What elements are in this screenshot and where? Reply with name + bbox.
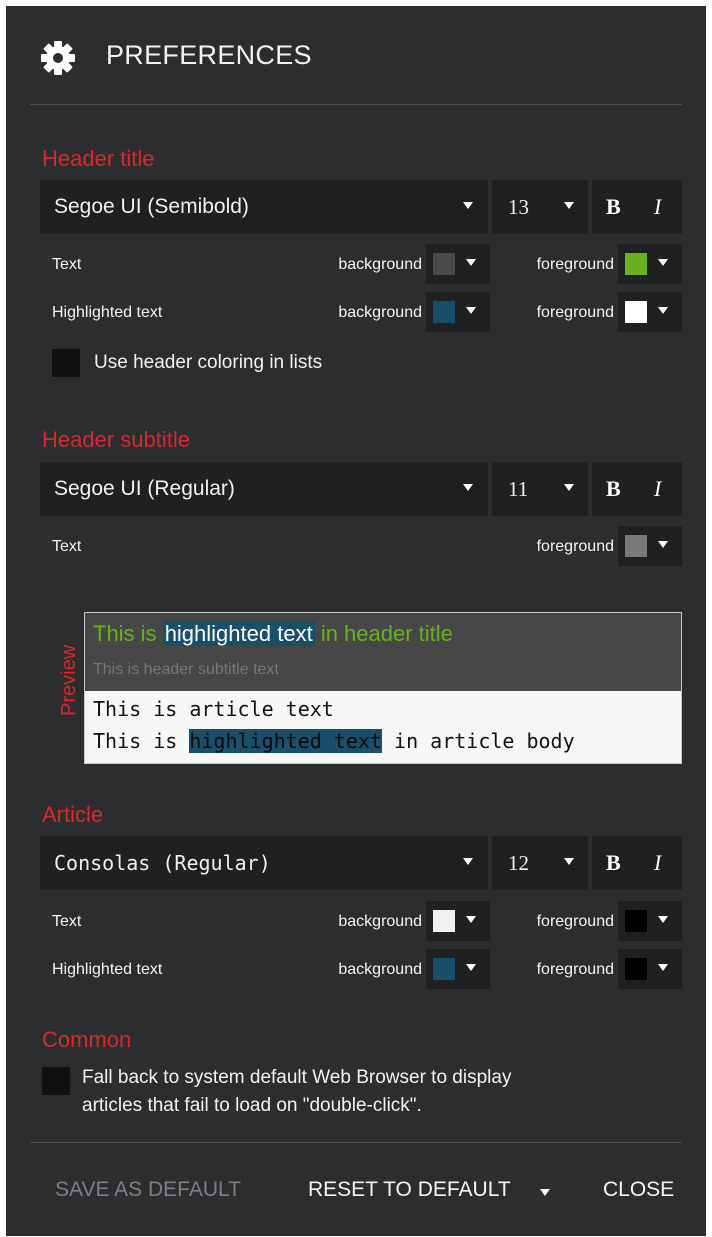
foreground-label: foreground <box>536 961 614 978</box>
section-header-title: Header title <box>42 146 155 171</box>
chevron-down-icon <box>658 541 668 548</box>
preview-article-line2: This is highlighted text in article body <box>93 729 575 753</box>
header-title-size-select[interactable]: 13 <box>492 180 588 234</box>
preview-title-line: This is highlighted text in header title <box>93 621 453 647</box>
preview-tag: Preview <box>58 644 80 716</box>
foreground-label: foreground <box>536 913 614 930</box>
preferences-panel: PREFERENCES Header title Segoe UI (Semib… <box>6 6 706 1236</box>
section-header-subtitle: Header subtitle <box>42 427 190 452</box>
color-chip <box>625 535 647 557</box>
gear-icon <box>41 41 75 75</box>
foreground-label: foreground <box>536 538 614 555</box>
fallback-label-line2: articles that fail to load on "double-cl… <box>82 1095 422 1116</box>
foreground-label: foreground <box>536 256 614 273</box>
size-select-value: 11 <box>508 477 529 501</box>
article-font-select[interactable]: Consolas (Regular) <box>40 836 488 890</box>
checkbox-label: Use header coloring in lists <box>94 352 323 373</box>
reset-to-default-button[interactable]: RESET TO DEFAULT <box>308 1178 511 1202</box>
header-coloring-checkbox[interactable] <box>52 349 80 377</box>
size-select-value: 13 <box>508 195 529 219</box>
chevron-down-icon <box>463 858 473 865</box>
row-label-text: Text <box>52 256 82 273</box>
color-chip <box>433 958 455 980</box>
color-chip <box>433 253 455 275</box>
italic-button[interactable]: I <box>654 180 661 234</box>
row-label-highlighted-text: Highlighted text <box>52 961 163 978</box>
header-subtitle-style-group: B I <box>592 462 682 516</box>
chevron-down-icon <box>658 916 668 923</box>
row-label-text: Text <box>52 913 82 930</box>
background-label: background <box>338 304 422 321</box>
article-text-foreground-swatch[interactable] <box>618 901 682 941</box>
save-as-default-button[interactable]: SAVE AS DEFAULT <box>55 1178 241 1202</box>
color-chip <box>433 910 455 932</box>
close-button[interactable]: CLOSE <box>603 1178 674 1202</box>
preview-title-before: This is <box>93 621 157 646</box>
preview-article-highlight: highlighted text <box>189 729 382 753</box>
chevron-down-icon <box>564 484 574 491</box>
preview-article-after: in article body <box>381 729 575 753</box>
bold-button[interactable]: B <box>606 836 621 890</box>
preview-article-before: This is <box>93 729 190 753</box>
chevron-down-icon <box>658 964 668 971</box>
header-title-font-select[interactable]: Segoe UI (Semibold) <box>40 180 488 234</box>
page-title: PREFERENCES <box>106 40 312 70</box>
color-chip <box>625 301 647 323</box>
bold-button[interactable]: B <box>606 462 621 516</box>
divider <box>30 1142 682 1143</box>
preview-subtitle: This is header subtitle text <box>93 661 279 678</box>
preview-article-line1: This is article text <box>93 697 334 721</box>
title-bar: PREFERENCES <box>6 6 706 106</box>
color-chip <box>433 301 455 323</box>
color-chip <box>625 253 647 275</box>
foreground-label: foreground <box>536 304 614 321</box>
article-highlight-foreground-swatch[interactable] <box>618 949 682 989</box>
background-label: background <box>338 961 422 978</box>
size-select-value: 12 <box>508 851 529 875</box>
row-label-text: Text <box>52 538 82 555</box>
chevron-down-icon <box>564 858 574 865</box>
chevron-down-icon <box>564 202 574 209</box>
section-article: Article <box>42 802 104 827</box>
section-common: Common <box>42 1027 132 1052</box>
fallback-label-line1: Fall back to system default Web Browser … <box>82 1067 512 1088</box>
chevron-down-icon <box>463 202 473 209</box>
row-label-highlighted-text: Highlighted text <box>52 304 163 321</box>
color-chip <box>625 958 647 980</box>
preview-title-highlight: highlighted text <box>162 621 315 646</box>
color-chip <box>625 910 647 932</box>
font-select-value: Segoe UI (Regular) <box>54 477 235 500</box>
preview-article: This is article text This is highlighted… <box>85 691 681 763</box>
chevron-down-icon[interactable] <box>540 1189 550 1196</box>
chevron-down-icon <box>658 307 668 314</box>
subtitle-text-foreground-swatch[interactable] <box>618 526 682 566</box>
bold-button[interactable]: B <box>606 180 621 234</box>
italic-button[interactable]: I <box>654 462 661 516</box>
header-subtitle-size-select[interactable]: 11 <box>492 462 588 516</box>
header-title-style-group: B I <box>592 180 682 234</box>
font-select-value: Consolas (Regular) <box>54 851 271 875</box>
chevron-down-icon <box>658 259 668 266</box>
background-label: background <box>338 913 422 930</box>
fallback-browser-checkbox[interactable] <box>42 1067 70 1095</box>
background-label: background <box>338 256 422 273</box>
italic-button[interactable]: I <box>654 836 661 890</box>
divider <box>30 104 682 105</box>
preview-title-after: in header title <box>320 621 453 646</box>
header-highlight-foreground-swatch[interactable] <box>618 292 682 332</box>
header-subtitle-font-select[interactable]: Segoe UI (Regular) <box>40 462 488 516</box>
header-text-foreground-swatch[interactable] <box>618 244 682 284</box>
font-select-value: Segoe UI (Semibold) <box>54 195 249 218</box>
preview-header: This is highlighted text in header title… <box>85 613 681 691</box>
article-style-group: B I <box>592 836 682 890</box>
article-size-select[interactable]: 12 <box>492 836 588 890</box>
chevron-down-icon <box>463 484 473 491</box>
preview-box: This is highlighted text in header title… <box>84 612 682 764</box>
